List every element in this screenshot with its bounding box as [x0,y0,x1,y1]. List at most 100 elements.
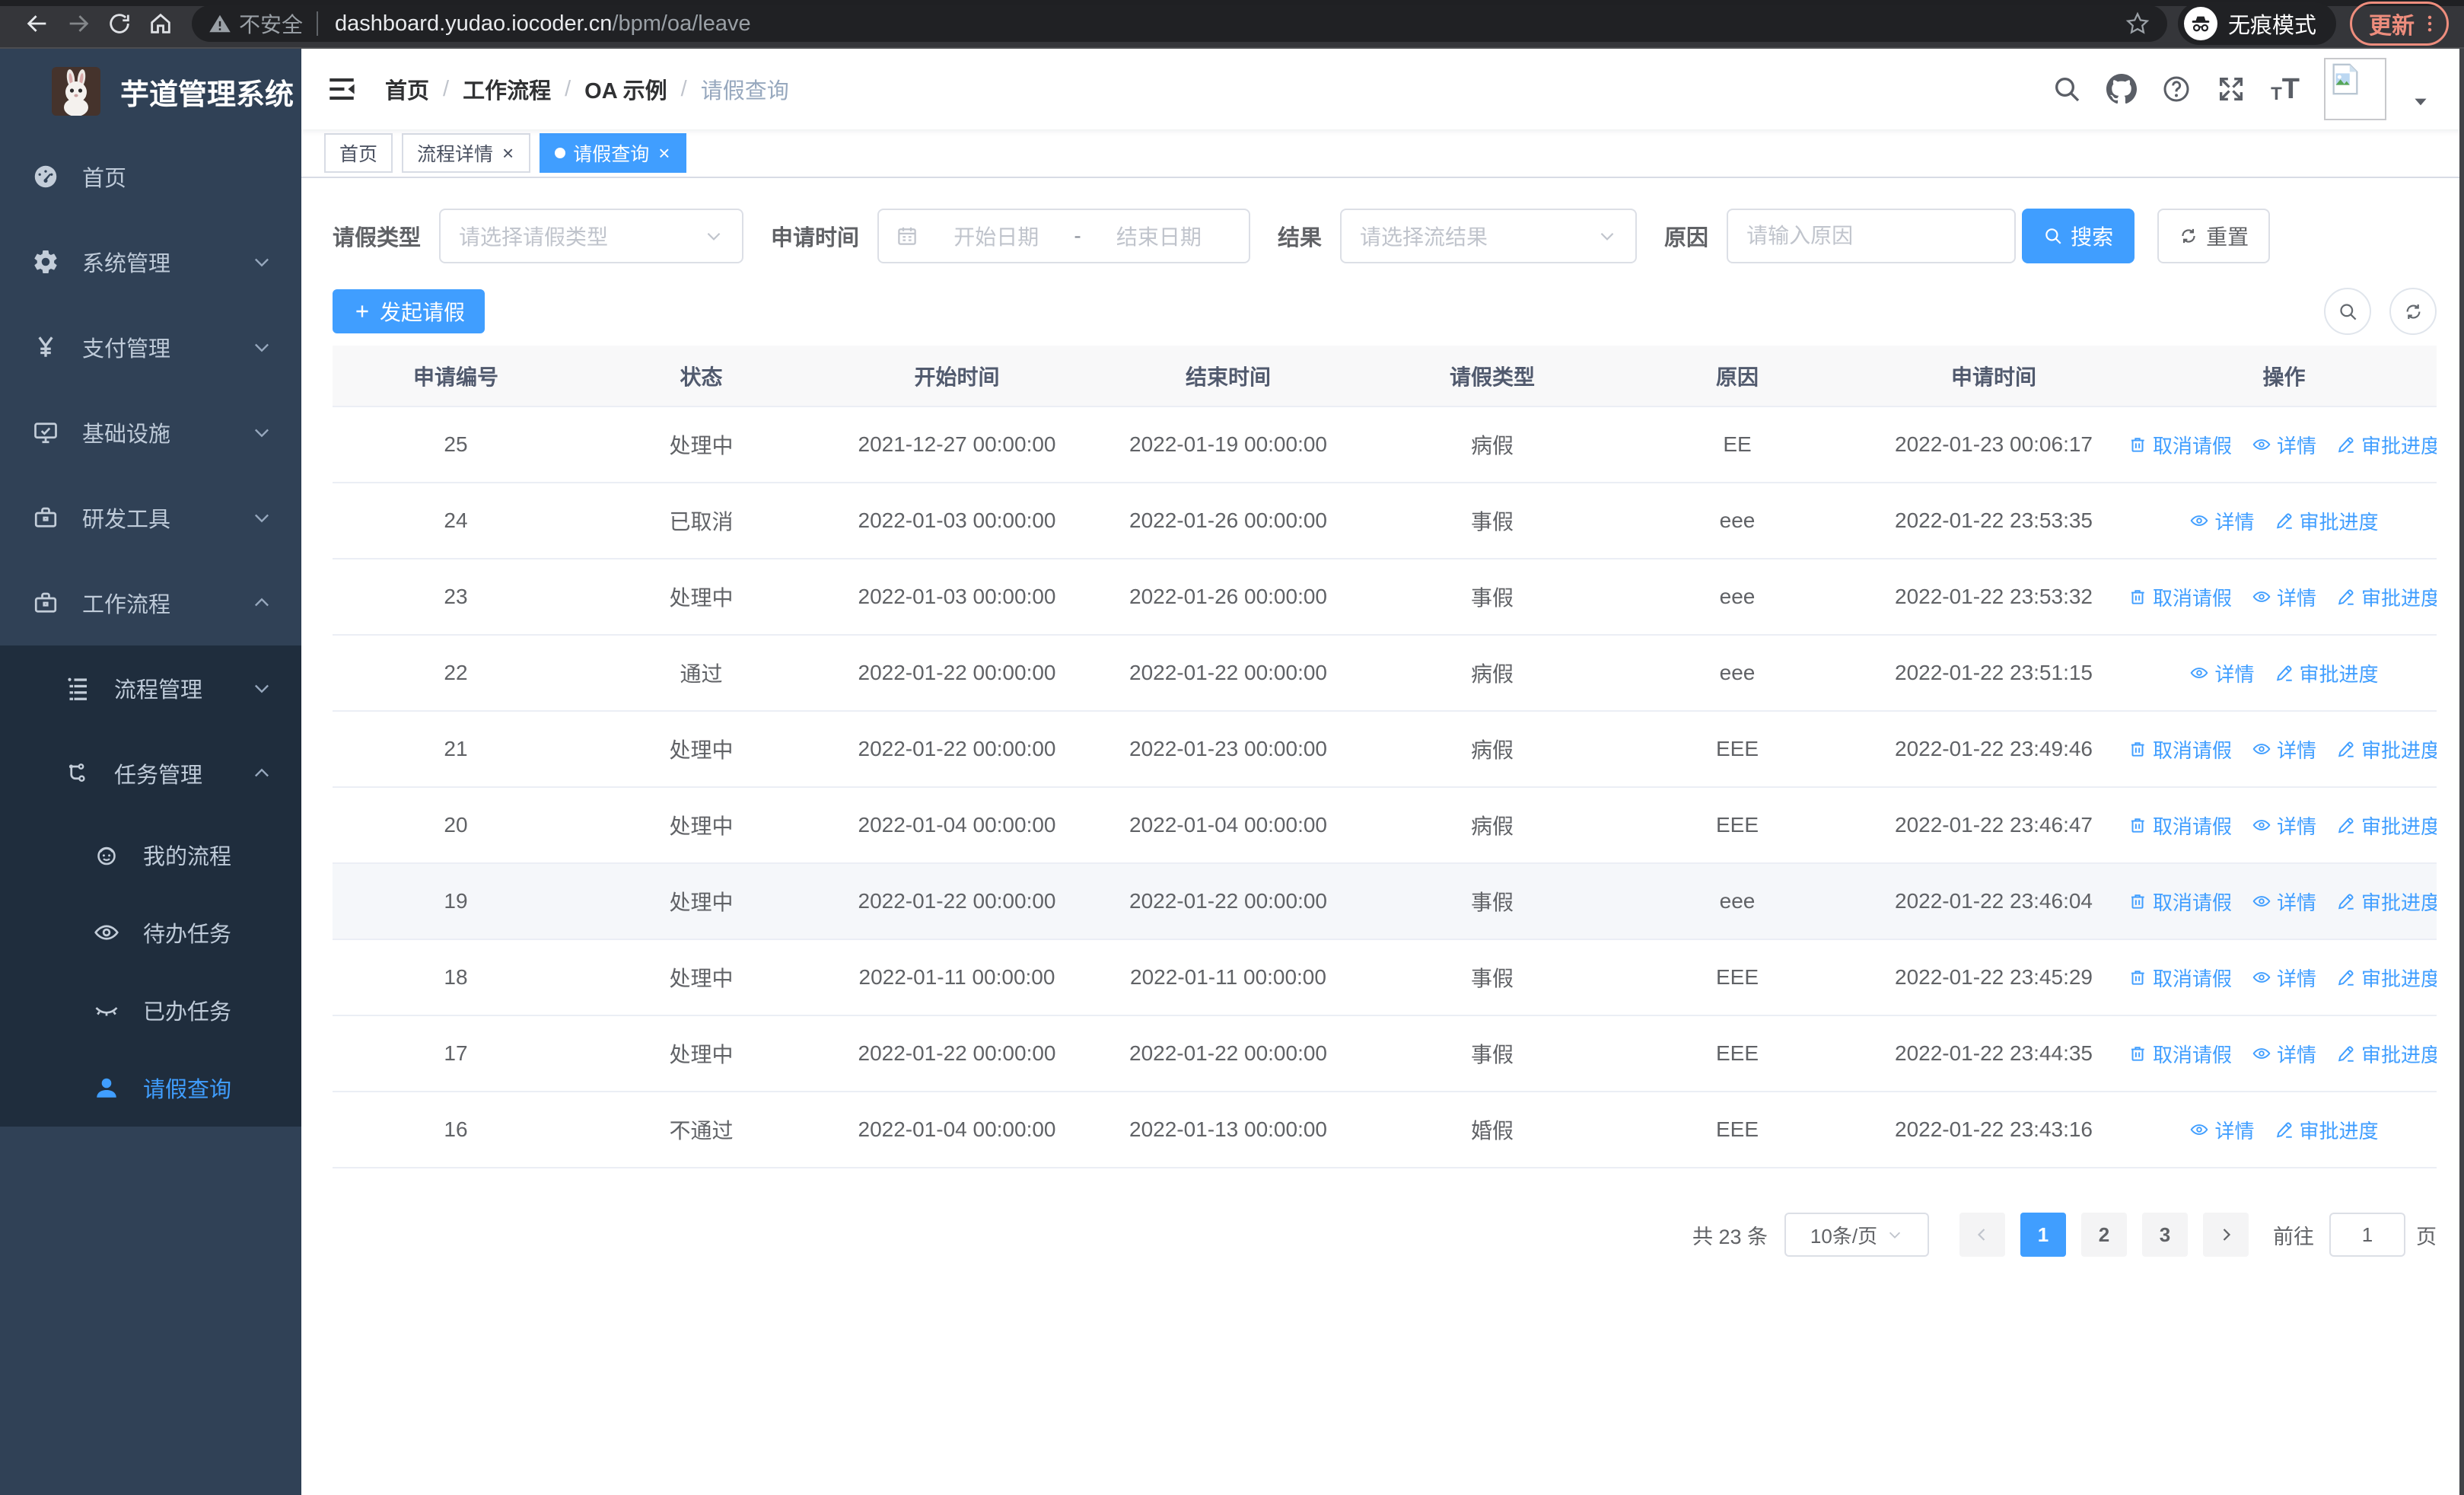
table-row[interactable]: 21 处理中 2022-01-22 00:00:00 2022-01-23 00:00… [333,711,2437,788]
sidebar-item-infrastructure[interactable]: 基础设施 [0,390,301,475]
progress-link[interactable]: 审批进度 [2336,811,2437,840]
fullscreen-button[interactable] [2216,74,2246,104]
table-row[interactable]: 18 处理中 2022-01-11 00:00:00 2022-01-11 00:00… [333,939,2437,1016]
font-size-button[interactable]: TT [2271,75,2300,104]
sidebar-item-my-process[interactable]: 我的流程 [0,816,301,894]
refresh-table-button[interactable] [2389,288,2437,335]
cancel-link[interactable]: 取消请假 [2131,811,2232,840]
reason-input[interactable] [1727,209,2017,263]
cancel-link[interactable]: 取消请假 [2131,964,2232,992]
security-label[interactable]: 不安全 [239,8,303,39]
sidebar-item-leave-query[interactable]: 请假查询 [0,1049,301,1127]
filter-leave-type: 请假类型 请选择请假类型 [333,209,744,263]
sidebar-item-todo-tasks[interactable]: 待办任务 [0,894,301,971]
progress-link[interactable]: 审批进度 [2336,964,2437,992]
table-row[interactable]: 16 不通过 2022-01-04 00:00:00 2022-01-13 00:00… [333,1092,2437,1168]
detail-link[interactable]: 详情 [2252,1040,2316,1068]
cancel-link[interactable]: 取消请假 [2131,583,2232,611]
breadcrumb-oa-example[interactable]: OA 示例 [584,73,667,105]
detail-link[interactable]: 详情 [2252,735,2316,763]
progress-link[interactable]: 审批进度 [2336,1040,2437,1068]
github-button[interactable] [2106,74,2137,104]
browser-home-button[interactable] [140,3,181,44]
table-row[interactable]: 22 通过 2022-01-22 00:00:00 2022-01-22 00:00:… [333,635,2437,712]
detail-link[interactable]: 详情 [2252,964,2316,992]
cancel-link[interactable]: 取消请假 [2131,888,2232,916]
breadcrumb-home[interactable]: 首页 [385,73,429,105]
apply-time-range-picker[interactable]: 开始日期 - 结束日期 [877,209,1251,263]
sidebar-item-payment[interactable]: 支付管理 [0,304,301,390]
sidebar-item-system[interactable]: 系统管理 [0,219,301,304]
leave-type-select[interactable]: 请选择请假类型 [439,209,744,263]
browser-reload-button[interactable] [99,3,140,44]
goto-page-input[interactable] [2329,1213,2405,1257]
table-row[interactable]: 24 已取消 2022-01-03 00:00:00 2022-01-26 00:00… [333,483,2437,559]
progress-link[interactable]: 审批进度 [2336,888,2437,916]
detail-link[interactable]: 详情 [2189,507,2255,535]
page-button-3[interactable]: 3 [2142,1213,2188,1257]
result-select[interactable]: 请选择流结果 [1340,209,1638,263]
tab-process-detail[interactable]: 流程详情 × [402,133,531,173]
table-row[interactable]: 17 处理中 2022-01-22 00:00:00 2022-01-22 00:00… [333,1015,2437,1092]
prev-page-button[interactable] [1959,1213,2005,1257]
browser-forward-button[interactable] [58,3,99,44]
detail-link[interactable]: 详情 [2252,888,2316,916]
breadcrumb-workflow[interactable]: 工作流程 [463,73,551,105]
detail-link[interactable]: 详情 [2189,659,2255,687]
table-row[interactable]: 19 处理中 2022-01-22 00:00:00 2022-01-22 00:00… [333,863,2437,940]
progress-link[interactable]: 审批进度 [2275,1116,2379,1144]
avatar[interactable] [2324,58,2386,120]
bookmark-star-icon[interactable] [2125,11,2150,37]
end-date-placeholder[interactable]: 结束日期 [1086,221,1232,251]
cell-status: 已取消 [579,483,823,559]
search-button[interactable]: 搜索 [2022,209,2135,263]
sidebar-item-process-management[interactable]: 流程管理 [0,645,301,731]
update-menu-button[interactable]: 更新 [2350,2,2449,46]
reset-button[interactable]: 重置 [2157,209,2271,263]
address-bar[interactable]: 不安全 dashboard.yudao.iocoder.cn/bpm/oa/le… [192,5,2167,42]
progress-link[interactable]: 审批进度 [2336,431,2437,459]
detail-link[interactable]: 详情 [2252,583,2316,611]
help-button[interactable] [2161,74,2192,104]
page-unit-label: 页 [2416,1225,2437,1248]
cancel-link[interactable]: 取消请假 [2131,1040,2232,1068]
tab-leave-query[interactable]: 请假查询 × [540,133,687,173]
progress-link[interactable]: 审批进度 [2275,507,2379,535]
detail-link[interactable]: 详情 [2252,431,2316,459]
detail-link[interactable]: 详情 [2189,1116,2255,1144]
table-row[interactable]: 23 处理中 2022-01-03 00:00:00 2022-01-26 00:00… [333,559,2437,636]
page-size-select[interactable]: 10条/页 [1784,1213,1929,1257]
close-icon[interactable]: × [657,143,671,163]
sidebar-collapse-icon[interactable] [326,73,358,105]
cell-status: 处理中 [579,939,823,1016]
progress-link[interactable]: 审批进度 [2336,735,2437,763]
table-row[interactable]: 20 处理中 2022-01-04 00:00:00 2022-01-04 00:00… [333,787,2437,864]
breadcrumb-current: 请假查询 [700,79,789,104]
start-date-placeholder[interactable]: 开始日期 [923,221,1069,251]
next-page-button[interactable] [2203,1213,2249,1257]
close-icon[interactable]: × [501,143,515,163]
page-button-1[interactable]: 1 [2020,1213,2066,1257]
toggle-search-button[interactable] [2324,288,2371,335]
col-leave-type: 请假类型 [1366,346,1619,407]
caret-down-icon[interactable] [2411,92,2431,112]
table-row[interactable]: 25 处理中 2021-12-27 00:00:00 2022-01-19 00:00… [333,406,2437,483]
browser-back-button[interactable] [17,3,58,44]
app-logo-row[interactable]: 芋道管理系统 [0,49,301,134]
progress-link[interactable]: 审批进度 [2275,659,2379,687]
create-leave-button[interactable]: 发起请假 [333,289,485,333]
cancel-link[interactable]: 取消请假 [2131,735,2232,763]
detail-link[interactable]: 详情 [2252,811,2316,840]
header-search-button[interactable] [2052,74,2082,104]
sidebar-item-home[interactable]: 首页 [0,134,301,219]
sidebar-item-dev-tools[interactable]: 研发工具 [0,475,301,560]
cancel-link[interactable]: 取消请假 [2131,431,2232,459]
sidebar-item-workflow[interactable]: 工作流程 [0,560,301,645]
sidebar-item-done-tasks[interactable]: 已办任务 [0,971,301,1049]
progress-link[interactable]: 审批进度 [2336,583,2437,611]
pen-icon [2336,739,2356,759]
sidebar-item-task-management[interactable]: 任务管理 [0,731,301,816]
page-button-2[interactable]: 2 [2081,1213,2127,1257]
cell-id: 24 [333,483,579,559]
tab-home[interactable]: 首页 [324,133,393,173]
